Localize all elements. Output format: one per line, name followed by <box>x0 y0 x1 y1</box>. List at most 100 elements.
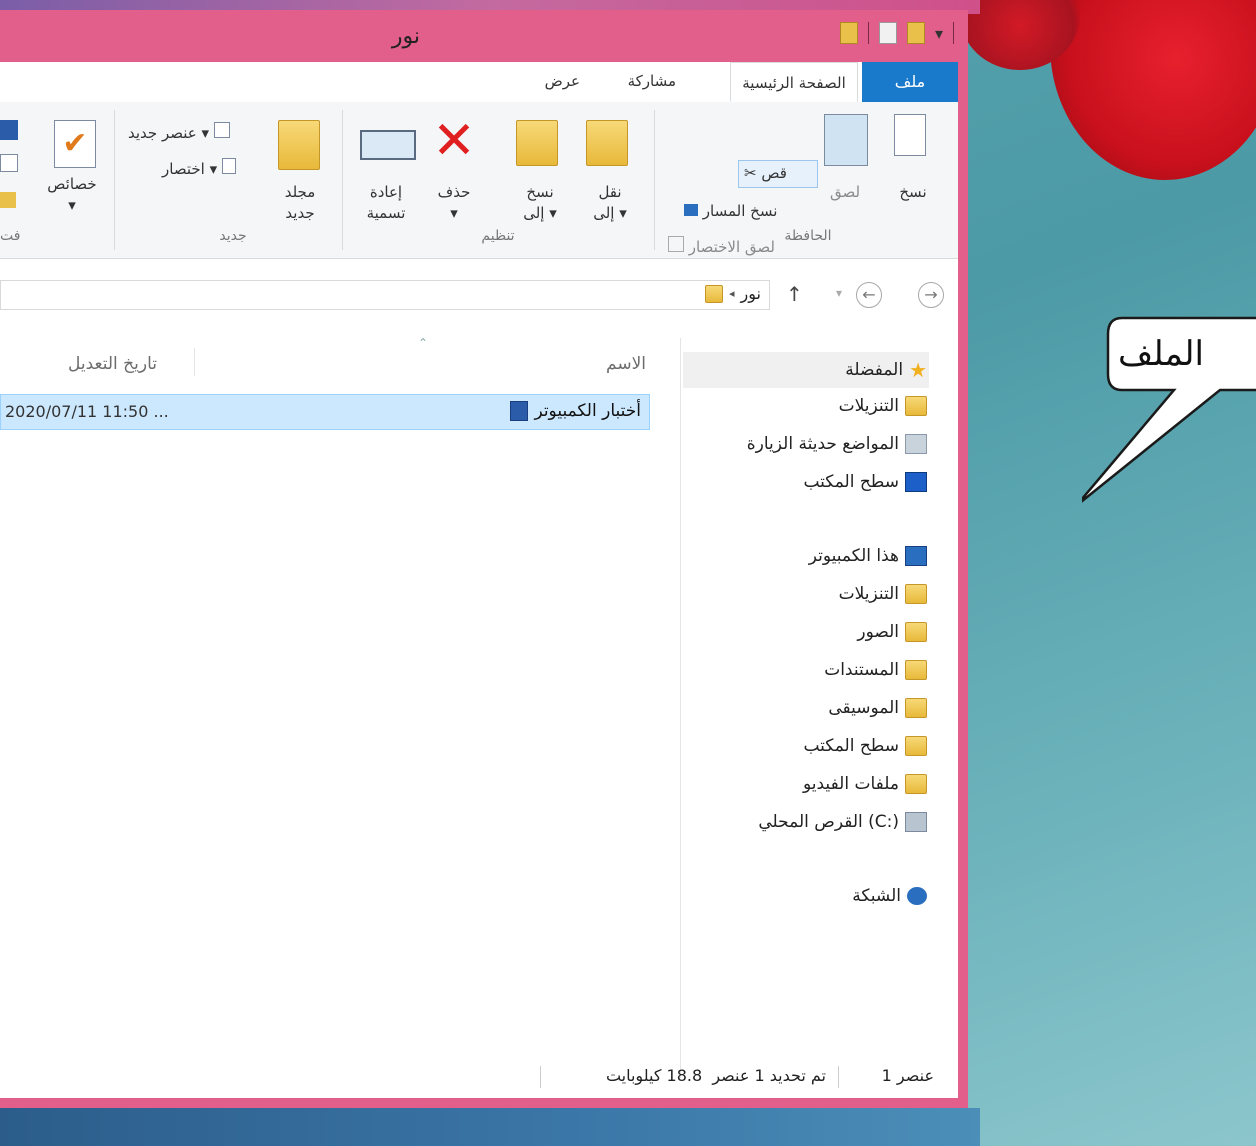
file-name-cell: أختبار الكمبيوتر <box>510 401 641 421</box>
new-item-button[interactable]: عنصر جديد ▾ <box>128 122 230 142</box>
documents-folder-icon <box>905 660 927 680</box>
rename-label-2: تسمية <box>366 204 406 222</box>
nav-this-pc[interactable]: هذا الكمبيوتر <box>809 546 927 566</box>
star-icon: ★ <box>909 358 927 382</box>
network-icon <box>907 887 927 905</box>
copy-path-button[interactable]: نسخ المسار <box>684 202 777 220</box>
explorer-window: نور ▾ ملف الصفحة الرئيسية مشاركة عرض نسخ… <box>0 10 968 1108</box>
nav-network[interactable]: الشبكة <box>852 886 927 906</box>
nav-label: التنزيلات <box>838 396 899 416</box>
nav-local-disk[interactable]: القرص المحلي (C:) <box>758 812 927 832</box>
nav-pc-downloads[interactable]: التنزيلات <box>839 584 927 604</box>
delete-arrow: ▾ <box>450 204 458 222</box>
group-label-new: جديد <box>219 228 247 244</box>
title-bar[interactable]: نور ▾ <box>0 10 968 62</box>
status-bar: 1 عنصر تم تحديد 1 عنصر 18.8 كيلوبايت <box>0 1058 958 1098</box>
nav-documents[interactable]: المستندات <box>824 660 927 680</box>
column-header-name[interactable]: الاسم <box>606 354 646 374</box>
nav-label: القرص المحلي (C:) <box>758 812 899 832</box>
new-folder-icon[interactable] <box>906 22 925 44</box>
easy-access-label: اختصار ▾ <box>162 160 218 178</box>
downloads-folder-icon <box>905 396 927 416</box>
nav-desktop[interactable]: سطح المكتب <box>803 472 927 492</box>
nav-music[interactable]: الموسيقى <box>828 698 927 718</box>
paste-button[interactable]: لصق <box>818 182 872 203</box>
folder-icon[interactable] <box>839 22 858 44</box>
tab-view[interactable]: عرض <box>545 72 580 90</box>
new-item-icon <box>213 122 230 138</box>
nav-label: التنزيلات <box>838 584 899 604</box>
tab-home[interactable]: الصفحة الرئيسية <box>730 62 858 102</box>
edit-icon[interactable] <box>0 154 18 172</box>
ribbon: نسخ لصق ✂ قص نسخ المسار لصق الاختصار الح… <box>0 102 958 259</box>
nav-videos[interactable]: ملفات الفيديو <box>803 774 927 794</box>
back-button[interactable]: ← <box>856 282 882 308</box>
new-folder-icon[interactable] <box>278 120 320 170</box>
copy-to-label: نسخ <box>526 183 554 201</box>
tab-share[interactable]: مشاركة <box>628 72 676 90</box>
word-document-icon <box>510 401 529 421</box>
rename-button[interactable]: إعادة تسمية <box>356 182 416 224</box>
nav-pictures[interactable]: الصور <box>857 622 927 642</box>
copy-icon[interactable] <box>894 114 926 156</box>
nav-label: سطح المكتب <box>803 736 899 756</box>
selection-info: تم تحديد 1 عنصر 18.8 كيلوبايت <box>605 1066 826 1085</box>
properties-icon[interactable] <box>878 22 897 44</box>
status-divider <box>540 1066 541 1088</box>
arrow-up-icon: ↑ <box>786 282 803 306</box>
cut-button[interactable]: ✂ قص <box>744 164 787 182</box>
address-bar[interactable]: ◂ نور <box>0 280 770 310</box>
taskbar <box>0 1108 980 1146</box>
move-to-button[interactable]: نقل إلى ▾ <box>580 182 640 224</box>
delete-icon[interactable]: ✕ <box>430 115 478 167</box>
move-to-icon[interactable] <box>586 120 628 166</box>
nav-label: الشبكة <box>852 886 901 906</box>
easy-access-icon <box>221 158 236 174</box>
copy-button[interactable]: نسخ <box>890 182 936 203</box>
nav-recent-places[interactable]: المواضع حديثة الزيارة <box>747 434 927 454</box>
quick-access-toolbar: ▾ <box>839 22 954 44</box>
file-list: ⌃ الاسم تاريخ التعديل أختبار الكمبيوتر 2… <box>0 336 680 1078</box>
new-item-label: عنصر جديد ▾ <box>128 124 210 142</box>
properties-arrow: ▾ <box>68 196 76 214</box>
tab-file[interactable]: ملف <box>862 62 958 102</box>
word-icon[interactable] <box>0 120 18 140</box>
column-header-date[interactable]: تاريخ التعديل <box>68 354 157 374</box>
paste-shortcut-button[interactable]: لصق الاختصار <box>668 236 775 256</box>
downloads-folder-icon <box>905 584 927 604</box>
nav-favorites[interactable]: المفضلة ★ <box>845 358 927 382</box>
rename-icon[interactable] <box>360 130 416 160</box>
computer-icon <box>905 546 927 566</box>
copy-to-button[interactable]: نسخ إلى ▾ <box>510 182 570 224</box>
nav-downloads[interactable]: التنزيلات <box>839 396 927 416</box>
callout-text: الملف <box>1118 334 1204 374</box>
up-button[interactable]: ↑ <box>786 282 803 306</box>
table-row[interactable]: أختبار الكمبيوتر 2020/07/11 11:50 ... <box>0 394 650 430</box>
delete-button[interactable]: حذف ▾ <box>424 182 484 224</box>
history-icon[interactable] <box>0 192 16 208</box>
navigation-bar: → ← ▾ ↑ ◂ نور <box>0 274 958 314</box>
new-folder-button[interactable]: مجلد جديد <box>270 182 330 224</box>
chevron-down-icon[interactable]: ▾ <box>935 24 943 43</box>
properties-label: خصائص <box>47 175 97 193</box>
recent-locations-chevron-icon[interactable]: ▾ <box>836 286 842 300</box>
nav-pc-desktop[interactable]: سطح المكتب <box>803 736 927 756</box>
scissors-icon: ✂ <box>744 164 757 182</box>
properties-button[interactable]: خصائص ▾ <box>36 174 108 216</box>
properties-icon[interactable]: ✔ <box>54 120 96 168</box>
breadcrumb-item[interactable]: نور <box>741 284 761 303</box>
breadcrumb: ◂ نور <box>705 284 761 303</box>
new-folder-label-2: جديد <box>285 204 315 222</box>
column-divider[interactable] <box>194 348 195 376</box>
nav-label: الصور <box>857 622 899 642</box>
status-divider <box>838 1066 839 1088</box>
sort-ascending-icon: ⌃ <box>418 336 429 350</box>
item-count: 1 عنصر <box>881 1066 934 1085</box>
copy-to-icon[interactable] <box>516 120 558 166</box>
delete-label: حذف <box>437 183 471 201</box>
forward-button[interactable]: → <box>918 282 944 308</box>
breadcrumb-separator[interactable]: ◂ <box>729 287 735 300</box>
toolbar-divider <box>867 22 869 44</box>
paste-icon[interactable] <box>824 114 868 166</box>
easy-access-button[interactable]: اختصار ▾ <box>162 158 236 178</box>
